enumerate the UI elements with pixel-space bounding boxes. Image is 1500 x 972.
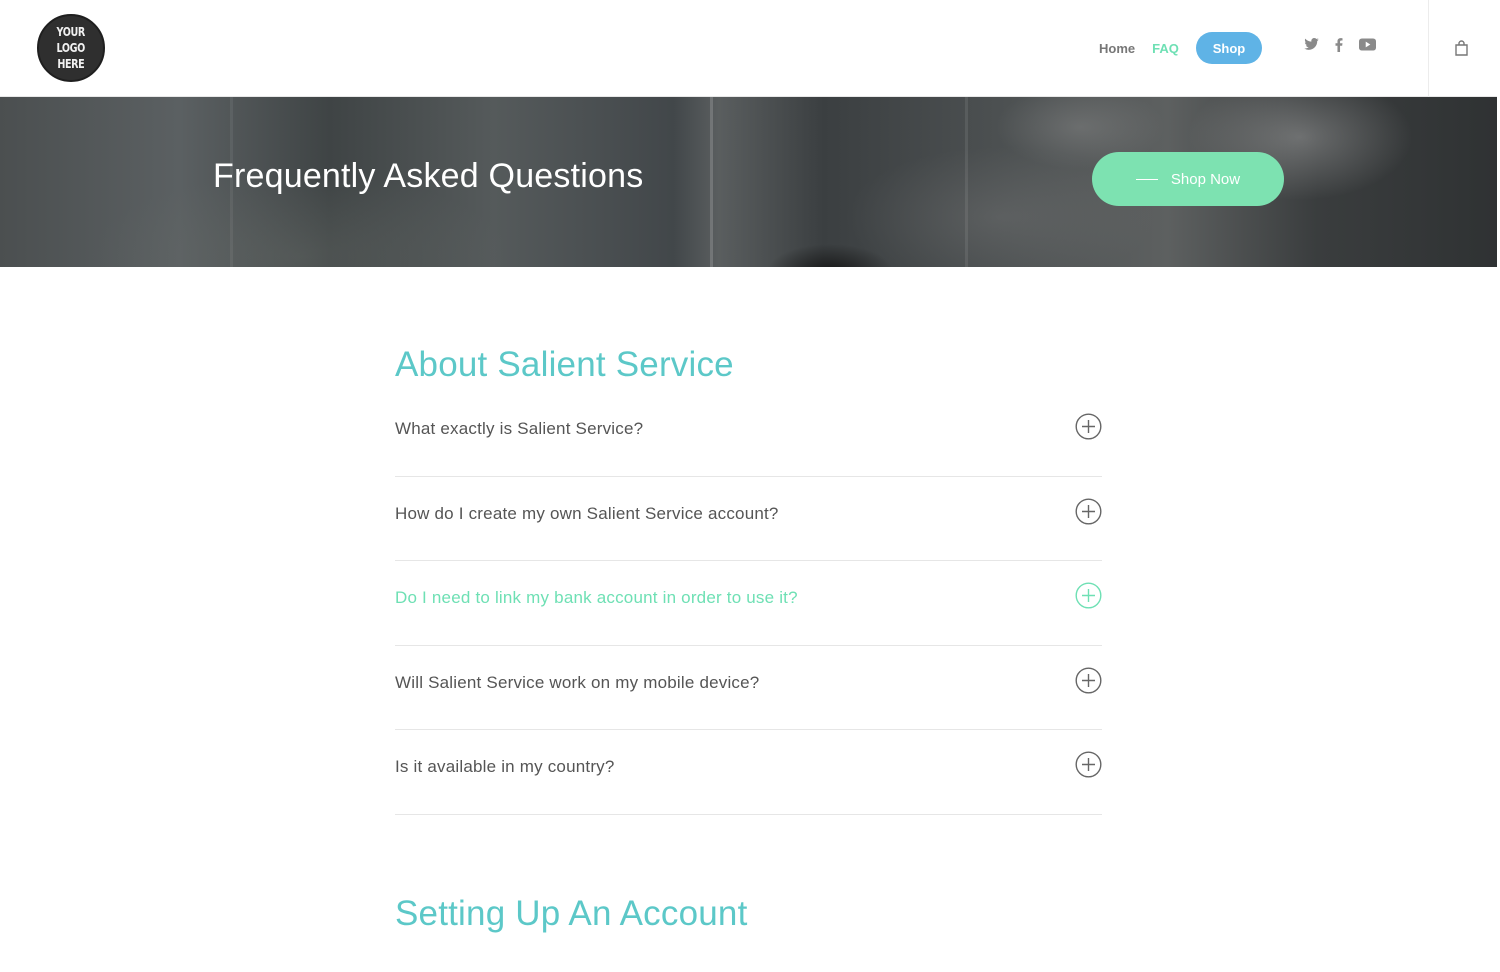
shop-now-label: Shop Now [1170, 170, 1241, 188]
hero-texture [965, 97, 968, 267]
youtube-icon[interactable] [1359, 38, 1376, 51]
facebook-icon[interactable] [1335, 38, 1343, 52]
nav-shop-button[interactable]: Shop [1196, 32, 1262, 64]
plus-circle-icon[interactable] [1075, 582, 1102, 609]
nav-home-link[interactable]: Home [1099, 41, 1135, 56]
hero-texture [710, 97, 713, 267]
dash-icon [1135, 178, 1158, 180]
plus-circle-icon[interactable] [1075, 666, 1102, 694]
site-header: YOUR LOGO HERE Home FAQ Shop [0, 0, 1497, 97]
shopping-bag-icon[interactable] [1455, 40, 1468, 61]
faq-question: Do I need to link my bank account in ord… [395, 588, 798, 607]
nav-faq-link[interactable]: FAQ [1152, 41, 1179, 56]
plus-circle-icon[interactable] [1075, 497, 1102, 525]
section-title: Setting Up An Account [395, 894, 748, 933]
section-title: About Salient Service [395, 345, 734, 384]
main-nav: Home FAQ [1099, 32, 1196, 64]
plus-circle-icon[interactable] [1075, 751, 1102, 778]
hero-banner: Frequently Asked Questions Shop Now [0, 97, 1497, 267]
faq-item[interactable]: Will Salient Service work on my mobile d… [395, 646, 1102, 730]
faq-question: Will Salient Service work on my mobile d… [395, 672, 760, 692]
faq-question: How do I create my own Salient Service a… [395, 503, 779, 523]
faq-list: What exactly is Salient Service? How do … [395, 392, 1102, 815]
logo-line-2: LOGO [56, 41, 86, 55]
faq-item[interactable]: Do I need to link my bank account in ord… [395, 561, 1102, 646]
logo-line-3: HERE [57, 57, 85, 71]
header-divider [1428, 0, 1429, 97]
faq-question: Is it available in my country? [395, 757, 615, 776]
faq-item[interactable]: How do I create my own Salient Service a… [395, 477, 1102, 561]
shop-now-button[interactable]: Shop Now [1092, 152, 1284, 206]
page-title: Frequently Asked Questions [213, 157, 644, 195]
faq-item[interactable]: Is it available in my country? [395, 730, 1102, 815]
twitter-icon[interactable] [1304, 38, 1319, 50]
plus-circle-icon[interactable] [1075, 413, 1102, 440]
logo-line-1: YOUR [56, 25, 86, 39]
faq-question: What exactly is Salient Service? [395, 419, 644, 438]
faq-item[interactable]: What exactly is Salient Service? [395, 392, 1102, 477]
site-logo[interactable]: YOUR LOGO HERE [37, 14, 105, 82]
